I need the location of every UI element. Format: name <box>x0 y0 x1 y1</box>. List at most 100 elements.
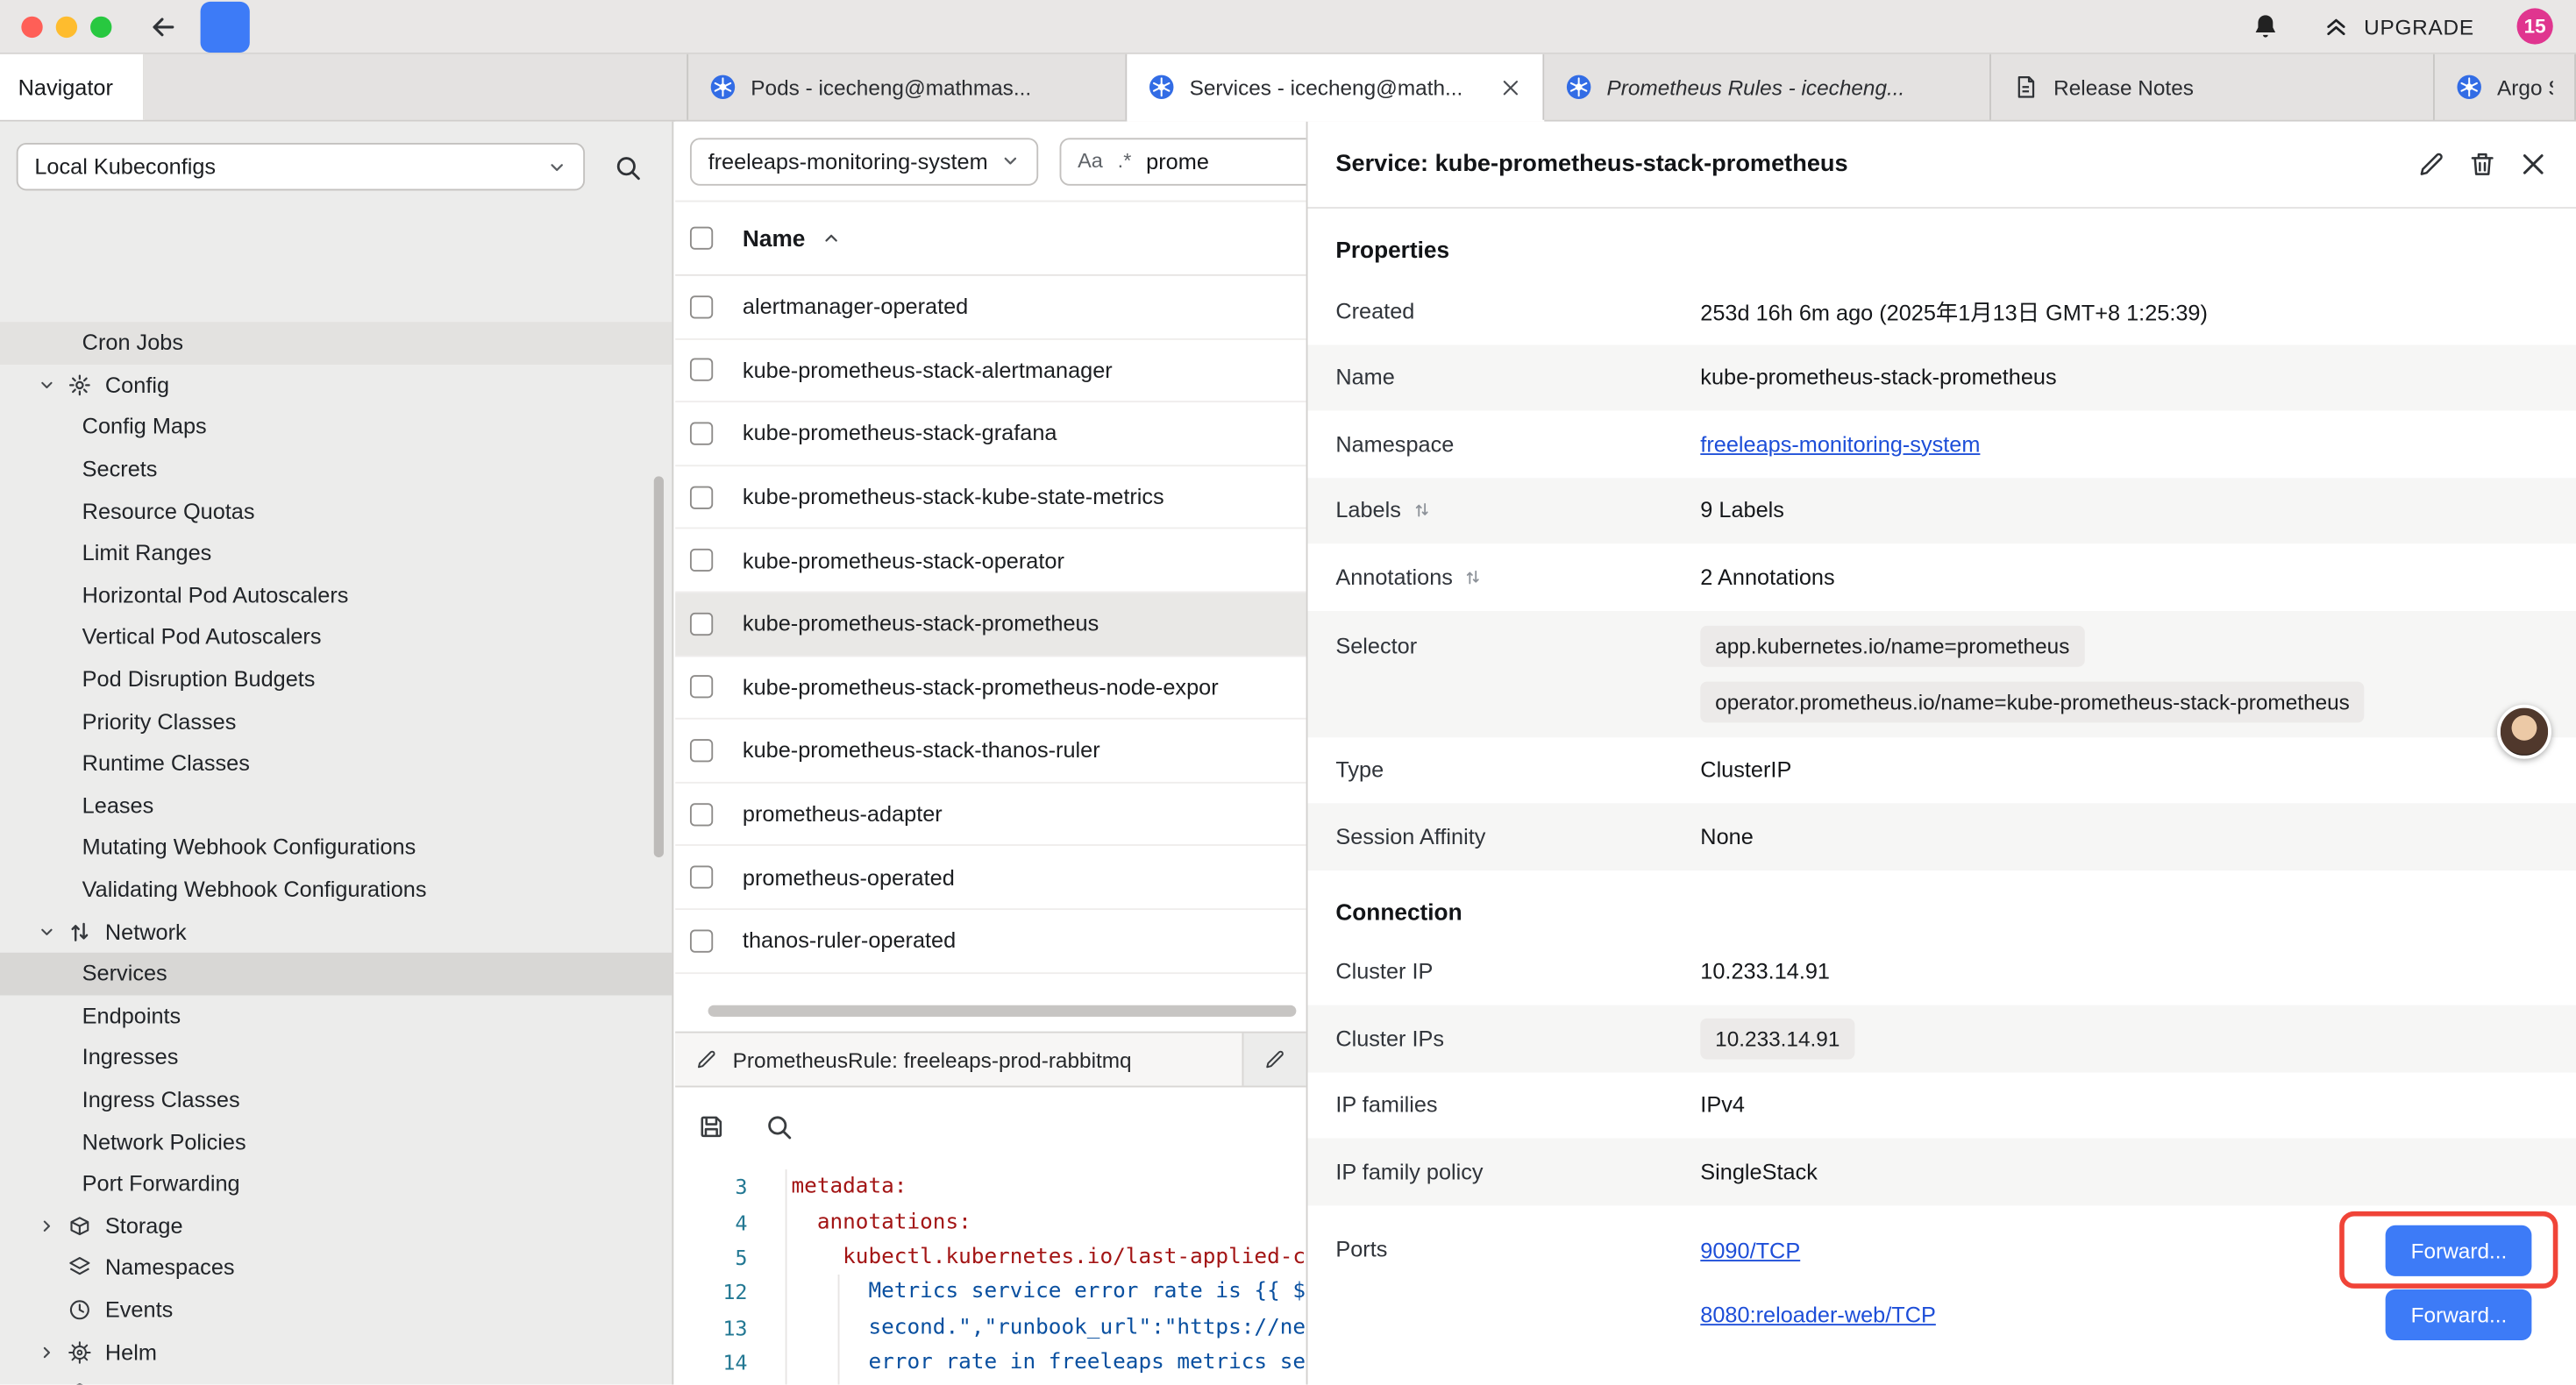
row-checkbox[interactable] <box>690 295 713 318</box>
forward-arrow-icon[interactable] <box>201 1 250 52</box>
sidebar-item-network-policies[interactable]: Network Policies <box>0 1120 672 1162</box>
editor-search-button[interactable] <box>764 1112 793 1141</box>
code-line: 5 kubectl.kubernetes.io/last-applied-co <box>675 1239 1306 1275</box>
sort-ascending-icon[interactable] <box>822 228 841 247</box>
regex-toggle[interactable]: .* <box>1118 150 1132 173</box>
vertical-scrollbar[interactable] <box>654 476 664 857</box>
sidebar-item-endpoints[interactable]: Endpoints <box>0 995 672 1037</box>
name-column-header[interactable]: Name <box>743 225 805 252</box>
tab-release-notes[interactable]: Release Notes <box>1991 54 2435 120</box>
tab-prometheus-rules[interactable]: Prometheus Rules - icecheng... <box>1544 54 1991 120</box>
table-row[interactable]: prometheus-operated <box>675 847 1306 910</box>
sidebar-item-vertical-pod-autoscalers[interactable]: Vertical Pod Autoscalers <box>0 616 672 658</box>
close-tab-icon[interactable] <box>1500 76 1521 97</box>
editor-tab-partial[interactable] <box>1243 1033 1306 1086</box>
sidebar-item-ingresses[interactable]: Ingresses <box>0 1036 672 1078</box>
namespaces-icon <box>68 1255 92 1280</box>
select-all-checkbox[interactable] <box>690 227 713 250</box>
row-checkbox[interactable] <box>690 866 713 889</box>
forward-port-button[interactable]: Forward... <box>2387 1289 2532 1339</box>
namespace-filter-select[interactable]: freeleaps-monitoring-system <box>690 137 1038 184</box>
close-window-button[interactable] <box>21 16 42 37</box>
close-icon[interactable] <box>2518 150 2548 180</box>
upgrade-button[interactable]: UPGRADE <box>2323 13 2474 39</box>
table-row[interactable]: prometheus-adapter <box>675 783 1306 846</box>
navigator-panel-tab[interactable]: Navigator <box>0 54 145 120</box>
details-header: Service: kube-prometheus-stack-prometheu… <box>1307 122 2576 209</box>
editor-tab-prometheusrule[interactable]: PrometheusRule: freeleaps-prod-rabbitmq <box>675 1033 1243 1086</box>
code-line: 4 annotations: <box>675 1204 1306 1239</box>
sidebar-item-network[interactable]: Network <box>0 911 672 953</box>
sidebar-item-horizontal-pod-autoscalers[interactable]: Horizontal Pod Autoscalers <box>0 574 672 616</box>
row-checkbox[interactable] <box>690 549 713 572</box>
sidebar-item-priority-classes[interactable]: Priority Classes <box>0 700 672 742</box>
sidebar-item-namespaces[interactable]: Namespaces <box>0 1246 672 1289</box>
port-link-9090[interactable]: 9090/TCP <box>1700 1238 1800 1262</box>
sidebar-item-secrets[interactable]: Secrets <box>0 448 672 490</box>
table-row[interactable]: kube-prometheus-stack-kube-state-metrics <box>675 466 1306 529</box>
horizontal-scrollbar[interactable] <box>708 1005 1297 1017</box>
tab-argo[interactable]: Argo S <box>2435 54 2576 120</box>
port-link-8080[interactable]: 8080:reloader-web/TCP <box>1700 1302 1936 1326</box>
table-row[interactable]: thanos-ruler-operated <box>675 910 1306 973</box>
sidebar-item-leases[interactable]: Leases <box>0 785 672 827</box>
sidebar-item-cron-jobs[interactable]: Cron Jobs <box>0 322 672 364</box>
table-row[interactable]: kube-prometheus-stack-operator <box>675 529 1306 593</box>
sidebar-item-config-maps[interactable]: Config Maps <box>0 406 672 448</box>
sidebar-item-services[interactable]: Services <box>0 953 672 995</box>
search-icon[interactable] <box>613 152 643 181</box>
back-arrow-icon[interactable] <box>148 11 180 42</box>
zoom-window-button[interactable] <box>90 16 111 37</box>
delete-icon[interactable] <box>2467 150 2497 180</box>
edit-icon[interactable] <box>2416 150 2446 180</box>
table-row-selected[interactable]: kube-prometheus-stack-prometheus <box>675 593 1306 656</box>
search-input[interactable]: Aa .* prome <box>1060 137 1306 184</box>
expand-labels-icon[interactable] <box>1413 501 1431 520</box>
row-checkbox[interactable] <box>690 739 713 762</box>
upgrade-label: UPGRADE <box>2364 14 2474 39</box>
sidebar-item-config[interactable]: Config <box>0 364 672 406</box>
bell-icon[interactable] <box>2251 11 2281 41</box>
editor-tab-bar: PrometheusRule: freeleaps-prod-rabbitmq <box>675 1032 1306 1088</box>
namespace-link[interactable]: freeleaps-monitoring-system <box>1700 431 1980 456</box>
save-button[interactable] <box>696 1112 726 1141</box>
row-checkbox[interactable] <box>690 486 713 508</box>
row-checkbox[interactable] <box>690 423 713 445</box>
sidebar-item-limit-ranges[interactable]: Limit Ranges <box>0 532 672 574</box>
expand-annotations-icon[interactable] <box>1464 568 1483 586</box>
yaml-editor[interactable]: 3 metadata: 4 annotations: 5 kubectl.kub… <box>675 1163 1306 1385</box>
network-icon <box>68 920 92 944</box>
sidebar-item-validating-webhook-configurations[interactable]: Validating Webhook Configurations <box>0 869 672 911</box>
row-checkbox[interactable] <box>690 929 713 952</box>
tab-services[interactable]: Services - icecheng@math... <box>1127 54 1544 120</box>
sidebar-item-storage[interactable]: Storage <box>0 1204 672 1246</box>
row-checkbox[interactable] <box>690 802 713 825</box>
sidebar-item-pod-disruption-budgets[interactable]: Pod Disruption Budgets <box>0 658 672 700</box>
sidebar-item-resource-quotas[interactable]: Resource Quotas <box>0 490 672 532</box>
sidebar-item-access-control[interactable]: Access Control <box>0 1373 672 1384</box>
sidebar-item-helm[interactable]: Helm <box>0 1331 672 1373</box>
notification-badge[interactable]: 15 <box>2517 8 2553 44</box>
tab-pods[interactable]: Pods - icecheng@mathmas... <box>687 54 1127 120</box>
table-row[interactable]: kube-prometheus-stack-prometheus-node-ex… <box>675 657 1306 720</box>
sidebar-item-mutating-webhook-configurations[interactable]: Mutating Webhook Configurations <box>0 827 672 869</box>
row-checkbox[interactable] <box>690 359 713 381</box>
table-row[interactable]: kube-prometheus-stack-alertmanager <box>675 339 1306 402</box>
row-checkbox[interactable] <box>690 676 713 699</box>
avatar[interactable] <box>2497 705 2551 759</box>
forward-port-button[interactable]: Forward... <box>2387 1225 2532 1275</box>
sidebar-item-events[interactable]: Events <box>0 1289 672 1331</box>
match-case-toggle[interactable]: Aa <box>1078 150 1103 173</box>
kubeconfig-selector[interactable]: Local Kubeconfigs <box>17 143 585 190</box>
window-controls <box>21 16 111 37</box>
sidebar-item-port-forwarding[interactable]: Port Forwarding <box>0 1162 672 1204</box>
table-row[interactable]: alertmanager-operated <box>675 276 1306 339</box>
minimize-window-button[interactable] <box>56 16 77 37</box>
table-row[interactable]: kube-prometheus-stack-grafana <box>675 402 1306 465</box>
table-row[interactable]: kube-prometheus-stack-thanos-ruler <box>675 720 1306 783</box>
sidebar-item-ingress-classes[interactable]: Ingress Classes <box>0 1078 672 1120</box>
sidebar-item-runtime-classes[interactable]: Runtime Classes <box>0 742 672 785</box>
row-checkbox[interactable] <box>690 612 713 635</box>
property-row-namespace: Namespace freeleaps-monitoring-system <box>1307 410 2576 477</box>
selector-badge: app.kubernetes.io/name=prometheus <box>1700 625 2084 666</box>
